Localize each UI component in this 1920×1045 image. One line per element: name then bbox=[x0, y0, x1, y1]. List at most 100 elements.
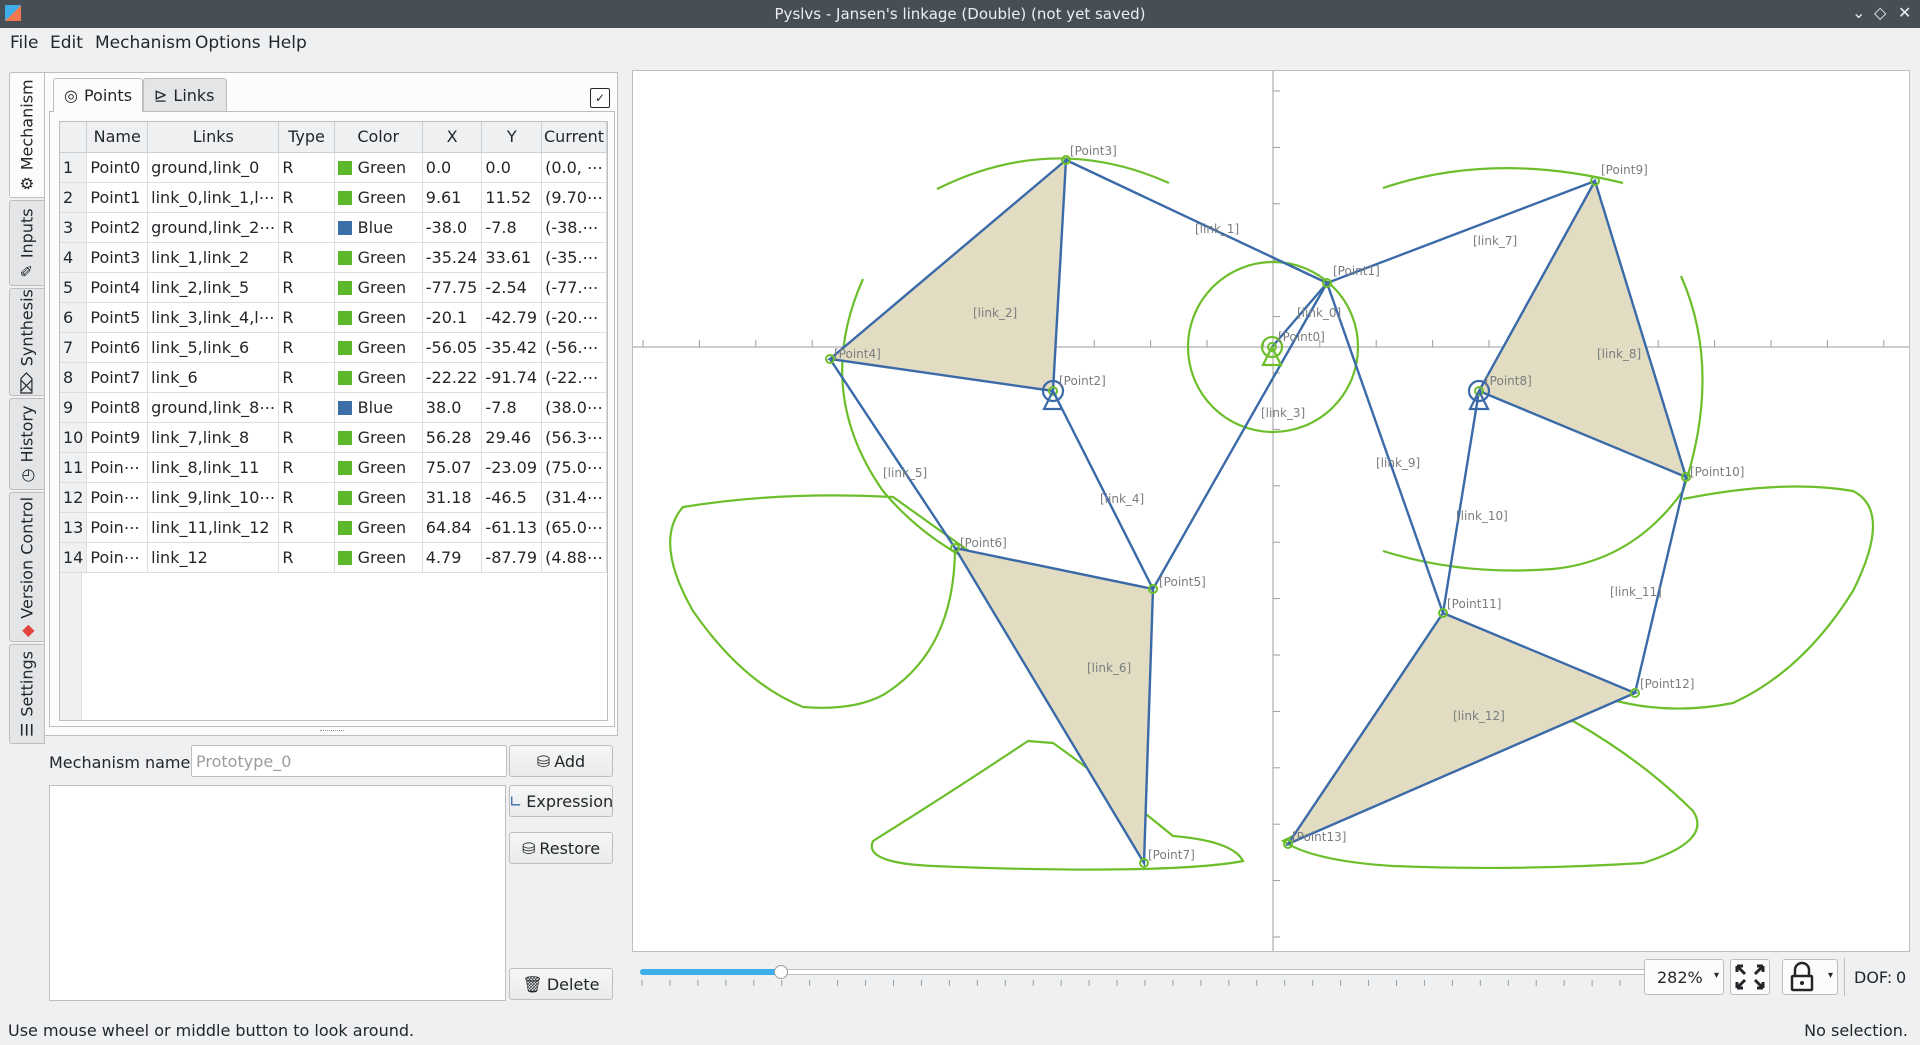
maximize-icon[interactable]: ◇ bbox=[1874, 3, 1886, 22]
cell-color[interactable]: Blue bbox=[334, 392, 423, 423]
restore-button[interactable]: ⛁ Restore bbox=[509, 832, 613, 864]
cell-links[interactable]: link_9,link_10⋯ bbox=[147, 482, 280, 513]
cell-x[interactable]: -38.0 bbox=[422, 212, 483, 243]
cell-x[interactable]: -56.05 bbox=[422, 332, 483, 363]
row-number[interactable]: 10 bbox=[60, 422, 88, 453]
cell-y[interactable]: -7.8 bbox=[481, 212, 543, 243]
cell-cur[interactable]: (4.88⋯ bbox=[541, 542, 607, 573]
cell-links[interactable]: link_5,link_6 bbox=[147, 332, 280, 363]
table-row[interactable]: 8 Point7 link_6 R Green -22.22 -91.74 (-22.⋯ bbox=[60, 362, 607, 393]
cell-links[interactable]: link_12 bbox=[147, 542, 280, 573]
column-header[interactable]: Y bbox=[481, 122, 543, 153]
cell-name[interactable]: Point1 bbox=[86, 182, 149, 213]
cell-cur[interactable]: (0.0, ⋯ bbox=[541, 152, 607, 183]
lock-button[interactable]: ▾ bbox=[1782, 959, 1838, 995]
menu-file[interactable]: File bbox=[10, 33, 38, 53]
cell-x[interactable]: 4.79 bbox=[422, 542, 483, 573]
cell-name[interactable]: Point3 bbox=[86, 242, 149, 273]
table-row[interactable]: 10 Point9 link_7,link_8 R Green 56.28 29.46 (56… bbox=[60, 422, 607, 453]
row-number[interactable]: 11 bbox=[60, 452, 88, 483]
tab-mechanism[interactable]: ⚙ Mechanism bbox=[9, 72, 45, 198]
cell-name[interactable]: Point6 bbox=[86, 332, 149, 363]
cell-name[interactable]: Poin⋯ bbox=[86, 542, 149, 573]
cell-cur[interactable]: (65.0⋯ bbox=[541, 512, 607, 543]
cell-links[interactable]: link_0,link_1,l⋯ bbox=[147, 182, 280, 213]
cell-type[interactable]: R bbox=[278, 422, 335, 453]
row-number[interactable]: 13 bbox=[60, 512, 88, 543]
cell-x[interactable]: -22.22 bbox=[422, 362, 483, 393]
row-number[interactable]: 1 bbox=[60, 152, 88, 183]
cell-x[interactable]: 64.84 bbox=[422, 512, 483, 543]
cell-x[interactable]: -20.1 bbox=[422, 302, 483, 333]
column-header[interactable]: Current bbox=[541, 122, 607, 153]
cell-color[interactable]: Green bbox=[334, 272, 423, 303]
cell-type[interactable]: R bbox=[278, 332, 335, 363]
cell-name[interactable]: Poin⋯ bbox=[86, 512, 149, 543]
row-number[interactable]: 9 bbox=[60, 392, 88, 423]
slider-handle[interactable] bbox=[774, 965, 789, 979]
mechanism-list[interactable] bbox=[49, 785, 506, 1001]
cell-links[interactable]: link_1,link_2 bbox=[147, 242, 280, 273]
menu-options[interactable]: Options bbox=[195, 33, 261, 53]
row-number[interactable]: 8 bbox=[60, 362, 88, 393]
tab-synthesis[interactable]: ⌦ Synthesis bbox=[9, 288, 45, 396]
cell-links[interactable]: ground,link_0 bbox=[147, 152, 280, 183]
menu-edit[interactable]: Edit bbox=[50, 33, 83, 53]
mechanism-canvas[interactable]: [Point0] [Point1] [Point2] [Point3] [Point4]… bbox=[632, 70, 1910, 952]
cell-x[interactable]: 31.18 bbox=[422, 482, 483, 513]
cell-cur[interactable]: (75.0⋯ bbox=[541, 452, 607, 483]
cell-type[interactable]: R bbox=[278, 452, 335, 483]
path-slider[interactable] bbox=[640, 954, 1650, 994]
add-button[interactable]: ⛁ Add bbox=[509, 745, 613, 777]
column-header[interactable]: Color bbox=[334, 122, 423, 153]
table-row[interactable]: 13 Poin⋯ link_11,link_12 R Green 64.84 -61.13(… bbox=[60, 512, 607, 543]
cell-y[interactable]: -23.09 bbox=[481, 452, 543, 483]
cell-color[interactable]: Green bbox=[334, 362, 423, 393]
table-row[interactable]: 14 Poin⋯ link_12 R Green 4.79 -87.79 (4.88⋯ bbox=[60, 542, 607, 573]
cell-cur[interactable]: (31.4⋯ bbox=[541, 482, 607, 513]
cell-links[interactable]: ground,link_8⋯ bbox=[147, 392, 280, 423]
table-row[interactable]: 4 Point3 link_1,link_2 R Green -35.24 33.61 (-3… bbox=[60, 242, 607, 273]
cell-name[interactable]: Point8 bbox=[86, 392, 149, 423]
cell-type[interactable]: R bbox=[278, 272, 335, 303]
cell-links[interactable]: link_3,link_4,l⋯ bbox=[147, 302, 280, 333]
cell-y[interactable]: 33.61 bbox=[481, 242, 543, 273]
cell-y[interactable]: -2.54 bbox=[481, 272, 543, 303]
cell-color[interactable]: Blue bbox=[334, 212, 423, 243]
row-number[interactable]: 7 bbox=[60, 332, 88, 363]
cell-y[interactable]: -61.13 bbox=[481, 512, 543, 543]
menu-mechanism[interactable]: Mechanism bbox=[95, 33, 192, 53]
row-number[interactable]: 14 bbox=[60, 542, 88, 573]
tab-points[interactable]: ◎ Points bbox=[53, 78, 143, 112]
expression-button[interactable]: ∟ Expression bbox=[509, 785, 613, 817]
cell-color[interactable]: Green bbox=[334, 332, 423, 363]
tab-inputs[interactable]: ✎ Inputs bbox=[9, 200, 45, 286]
cell-links[interactable]: link_11,link_12 bbox=[147, 512, 280, 543]
table-row[interactable]: 6 Point5 link_3,link_4,l⋯ R Green -20.1 -42.79… bbox=[60, 302, 607, 333]
cell-x[interactable]: 56.28 bbox=[422, 422, 483, 453]
table-row[interactable]: 1 Point0 ground,link_0 R Green 0.0 0.0 (0.0, ⋯ bbox=[60, 152, 607, 183]
cell-color[interactable]: Green bbox=[334, 452, 423, 483]
cell-type[interactable]: R bbox=[278, 302, 335, 333]
cell-type[interactable]: R bbox=[278, 152, 335, 183]
cell-links[interactable]: link_8,link_11 bbox=[147, 452, 280, 483]
tab-history[interactable]: ◷ History bbox=[9, 398, 45, 490]
cell-cur[interactable]: (9.70⋯ bbox=[541, 182, 607, 213]
cell-y[interactable]: -7.8 bbox=[481, 392, 543, 423]
cell-y[interactable]: 0.0 bbox=[481, 152, 543, 183]
table-row[interactable]: 9 Point8 ground,link_8⋯ R Blue 38.0 -7.8 (38.0⋯ bbox=[60, 392, 607, 423]
cell-color[interactable]: Green bbox=[334, 512, 423, 543]
minimize-icon[interactable]: ⌄ bbox=[1852, 3, 1865, 22]
close-icon[interactable]: ✕ bbox=[1898, 3, 1911, 22]
cell-y[interactable]: -91.74 bbox=[481, 362, 543, 393]
column-header[interactable]: Links bbox=[147, 122, 280, 153]
cell-name[interactable]: Point0 bbox=[86, 152, 149, 183]
cell-y[interactable]: -42.79 bbox=[481, 302, 543, 333]
menu-help[interactable]: Help bbox=[268, 33, 307, 53]
cell-name[interactable]: Point5 bbox=[86, 302, 149, 333]
cell-cur[interactable]: (56.3⋯ bbox=[541, 422, 607, 453]
cell-type[interactable]: R bbox=[278, 542, 335, 573]
column-header[interactable]: Name bbox=[86, 122, 149, 153]
mechanism-name-input[interactable] bbox=[191, 745, 507, 777]
cell-links[interactable]: link_2,link_5 bbox=[147, 272, 280, 303]
